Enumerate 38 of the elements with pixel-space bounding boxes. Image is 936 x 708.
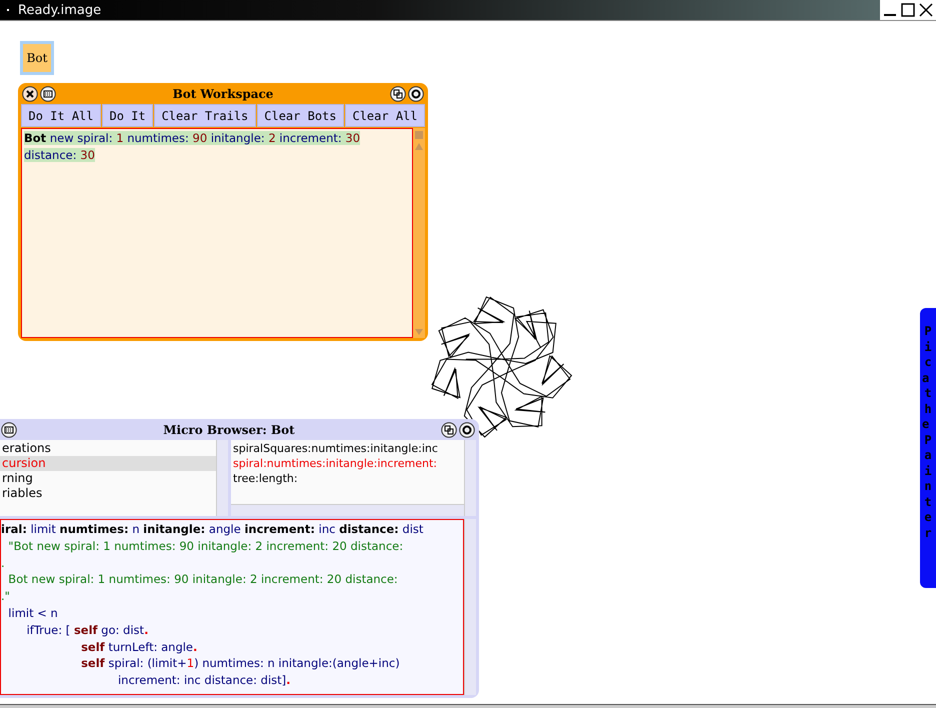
- toolbar-button[interactable]: Clear All: [344, 104, 425, 127]
- code-line: self turnLeft: angle.: [80, 638, 198, 656]
- code-line: Bot new spiral: 1 numtimes: 90 initangle: 2 increment: 20 distance:: [7, 571, 399, 588]
- expand-icon[interactable]: [408, 86, 424, 102]
- code-line: ifTrue: [ self go: dist.: [26, 622, 150, 639]
- bot-button[interactable]: Bot: [20, 41, 54, 75]
- scrollbar[interactable]: [464, 440, 476, 516]
- category-item[interactable]: rning: [0, 471, 216, 486]
- toolbar-button[interactable]: Do It: [102, 104, 154, 127]
- code-line: .": [1, 588, 11, 605]
- collapse-icon[interactable]: [390, 86, 406, 102]
- code-line: limit < n: [7, 604, 59, 622]
- code-editor[interactable]: Bot new spiral: 1 numtimes: 90 initangle: 2 increment: 30 distance: 30: [21, 128, 413, 338]
- window-title: Bot Workspace: [172, 86, 274, 100]
- close-icon[interactable]: [918, 2, 934, 18]
- close-icon[interactable]: [22, 86, 38, 102]
- window-title: Micro Browser: Bot: [162, 422, 296, 436]
- code-editor[interactable]: [0, 519, 464, 695]
- method-item[interactable]: tree:length:: [231, 471, 464, 486]
- maximize-icon[interactable]: [900, 2, 916, 18]
- scrollbar[interactable]: [464, 519, 476, 695]
- method-item[interactable]: spiral:numtimes:initangle:increment:: [231, 456, 464, 471]
- category-item[interactable]: riables: [0, 486, 216, 501]
- category-item[interactable]: erations: [0, 441, 216, 456]
- code-line: iral: limit numtimes: n initangle: angle increment: inc distance: dist: [1, 521, 424, 538]
- code-line: increment: inc distance: dist].: [116, 672, 292, 689]
- horizontal-scrollbar[interactable]: [231, 504, 464, 516]
- window-title: Ready.image: [18, 2, 102, 18]
- code-line: .: [1, 554, 6, 572]
- expand-icon[interactable]: [459, 422, 475, 438]
- toolbar-button[interactable]: Do It All: [21, 104, 101, 127]
- scrollbar[interactable]: [216, 440, 228, 516]
- code-line: "Bot new spiral: 1 numtimes: 90 initangle: 2 increment: 20 distance:: [7, 538, 404, 555]
- method-item[interactable]: spiralSquares:numtimes:initangle:inc: [231, 441, 464, 456]
- code-line: self spiral: (limit+1) numtimes: n initangle:(angle+inc): [80, 655, 401, 672]
- toolbar-button[interactable]: Clear Trails: [154, 104, 256, 127]
- toolbar-button[interactable]: Clear Bots: [256, 104, 344, 127]
- collapse-icon[interactable]: [441, 422, 457, 438]
